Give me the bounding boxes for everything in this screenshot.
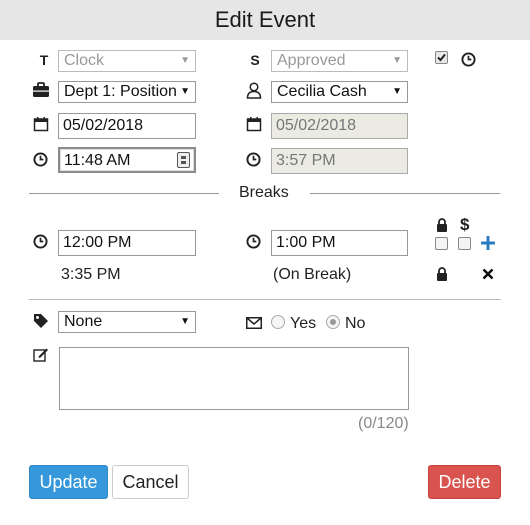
chevron-down-icon: ▼	[180, 86, 190, 97]
break2-start-text: 3:35 PM	[61, 266, 121, 283]
edit-note-icon	[33, 347, 49, 362]
start-date-input[interactable]: 05/02/2018	[58, 113, 196, 139]
type-select[interactable]: Clock ▼	[58, 50, 196, 72]
start-time-input[interactable]: 11:48 AM	[58, 147, 196, 173]
tag-select[interactable]: None ▼	[58, 311, 196, 333]
calendar-icon	[33, 116, 49, 132]
notify-yes-radio[interactable]	[271, 315, 285, 329]
tag-icon	[33, 313, 49, 329]
delete-button-label: Delete	[438, 471, 491, 492]
break-end-input[interactable]: 1:00 PM	[271, 230, 408, 256]
tag-select-value: None	[64, 313, 103, 330]
chevron-down-icon: ▼	[392, 86, 402, 97]
notify-yes-label: Yes	[290, 315, 317, 332]
position-select[interactable]: Dept 1: Position ▼	[58, 81, 196, 103]
remove-break-icon[interactable]	[482, 268, 494, 280]
status-select-value: Approved	[277, 52, 346, 69]
paid-header-label: $	[460, 215, 470, 234]
type-label: T	[39, 52, 49, 68]
add-break-icon[interactable]	[481, 236, 495, 250]
lock-icon	[436, 267, 448, 281]
clock-icon	[461, 52, 476, 67]
end-time-value: 3:57 PM	[276, 152, 336, 169]
update-button-label: Update	[39, 471, 98, 492]
employee-select-value: Cecilia Cash	[277, 83, 367, 100]
update-button[interactable]: Update	[29, 465, 108, 499]
auto-approve-checkbox[interactable]	[435, 51, 448, 64]
lock-icon	[436, 218, 448, 232]
break2-status-text: (On Break)	[273, 266, 352, 283]
section-divider	[29, 299, 501, 300]
end-date-value: 05/02/2018	[276, 117, 357, 134]
employee-select[interactable]: Cecilia Cash ▼	[271, 81, 408, 103]
start-date-value: 05/02/2018	[63, 117, 144, 134]
chevron-down-icon: ▼	[392, 55, 402, 66]
chevron-down-icon: ▼	[180, 55, 190, 66]
breaks-divider-right	[310, 193, 500, 194]
cancel-button[interactable]: Cancel	[112, 465, 189, 499]
break-start-value: 12:00 PM	[63, 234, 132, 251]
start-time-value: 11:48 AM	[64, 152, 131, 169]
checkmark-icon	[437, 53, 446, 62]
status-label: S	[250, 52, 260, 68]
break-start-input[interactable]: 12:00 PM	[58, 230, 196, 256]
calendar-icon	[246, 116, 262, 132]
dialog-title: Edit Event	[214, 7, 316, 32]
break-paid-checkbox[interactable]	[458, 237, 471, 250]
dialog-header: Edit Event	[0, 0, 530, 40]
envelope-icon	[246, 317, 262, 329]
breaks-divider-left	[29, 193, 219, 194]
breaks-section-label: Breaks	[239, 184, 289, 201]
status-select[interactable]: Approved ▼	[271, 50, 408, 72]
delete-button[interactable]: Delete	[428, 465, 501, 499]
chevron-down-icon: ▼	[180, 316, 190, 327]
end-time-input: 3:57 PM	[271, 148, 408, 174]
cancel-button-label: Cancel	[122, 471, 179, 492]
notify-no-label: No	[345, 315, 366, 332]
type-select-value: Clock	[64, 52, 105, 69]
clock-icon	[33, 152, 48, 167]
end-date-input: 05/02/2018	[271, 113, 408, 139]
break-end-value: 1:00 PM	[276, 234, 336, 251]
user-icon	[246, 82, 262, 99]
briefcase-icon	[32, 82, 50, 98]
break-lock-checkbox[interactable]	[435, 237, 448, 250]
clock-icon	[246, 234, 261, 249]
clock-icon	[33, 234, 48, 249]
time-picker-icon[interactable]	[177, 152, 190, 168]
note-char-counter: (0/120)	[358, 415, 409, 432]
note-textarea[interactable]	[59, 347, 409, 410]
position-select-value: Dept 1: Position	[64, 83, 177, 100]
clock-icon	[246, 152, 261, 167]
notify-no-radio[interactable]	[326, 315, 340, 329]
